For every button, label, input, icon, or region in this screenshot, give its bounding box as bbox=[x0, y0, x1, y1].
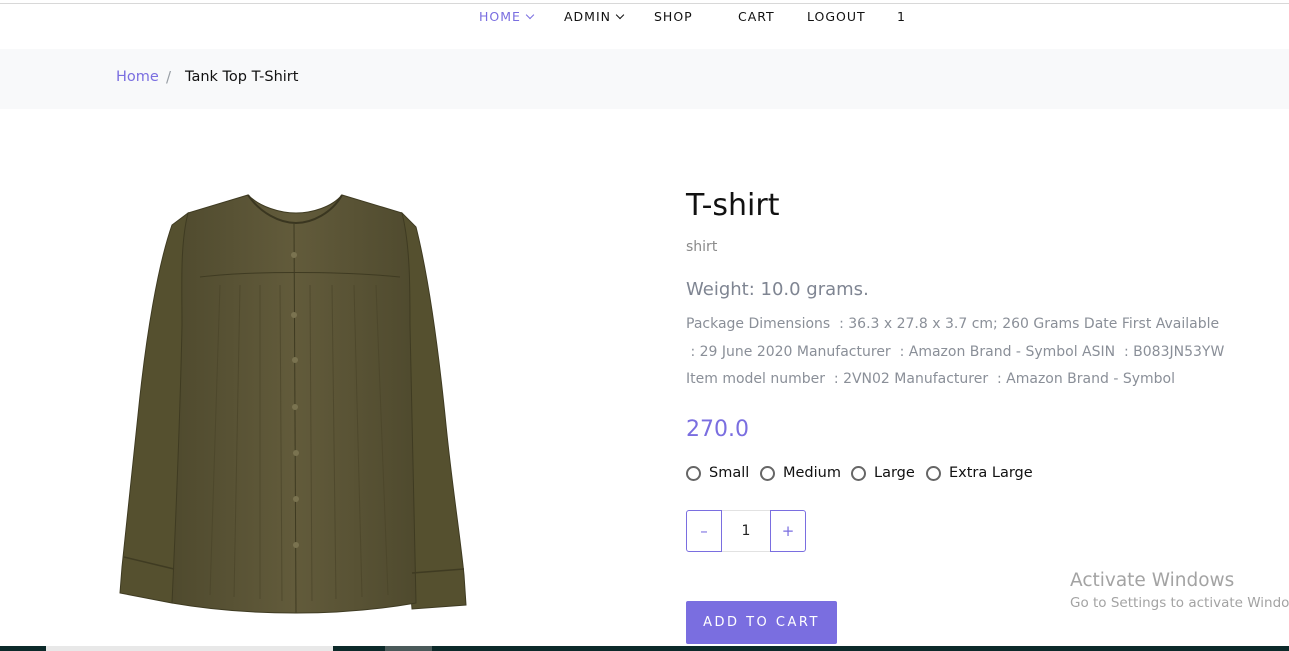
nav-cart-label: CART bbox=[738, 9, 775, 24]
top-divider bbox=[0, 3, 1289, 4]
nav-shop-label: SHOP bbox=[654, 9, 693, 24]
nav-user-count-label: 1 bbox=[897, 9, 906, 24]
quantity-stepper: – + bbox=[686, 510, 806, 552]
radio-button[interactable] bbox=[686, 465, 701, 481]
taskbar-app-button[interactable] bbox=[385, 646, 432, 651]
nav-home[interactable]: HOME bbox=[479, 9, 535, 24]
breadcrumb: Home / Tank Top T-Shirt bbox=[0, 49, 1289, 109]
size-label: Medium bbox=[783, 465, 841, 481]
product-description: Package Dimensions : 36.3 x 27.8 x 3.7 c… bbox=[686, 316, 1225, 387]
nav-cart[interactable]: CART bbox=[738, 9, 775, 24]
size-option-small[interactable]: Small bbox=[686, 465, 749, 481]
nav-user-count[interactable]: 1 bbox=[897, 9, 906, 24]
shirt-image bbox=[119, 194, 467, 614]
nav-shop[interactable]: SHOP bbox=[654, 9, 693, 24]
product-weight: Weight: 10.0 grams. bbox=[686, 279, 869, 300]
size-label: Small bbox=[709, 465, 750, 481]
radio-button[interactable] bbox=[760, 465, 775, 481]
add-to-cart-button[interactable]: ADD TO CART bbox=[686, 601, 837, 644]
breadcrumb-current: Tank Top T-Shirt bbox=[185, 69, 299, 85]
size-option-large[interactable]: Large bbox=[851, 465, 915, 481]
breadcrumb-home-link[interactable]: Home bbox=[116, 69, 159, 85]
radio-button[interactable] bbox=[851, 465, 866, 481]
quantity-increase-button[interactable]: + bbox=[770, 510, 806, 552]
size-label: Extra Large bbox=[949, 465, 1033, 481]
nav-home-label: HOME bbox=[479, 9, 521, 24]
quantity-input[interactable] bbox=[722, 510, 770, 552]
product-price: 270.0 bbox=[686, 417, 749, 442]
main-nav: HOME ADMIN SHOP CART LOGOUT 1 bbox=[0, 9, 1289, 29]
taskbar-search-box[interactable] bbox=[46, 646, 333, 651]
size-option-medium[interactable]: Medium bbox=[760, 465, 841, 481]
product-title: T-shirt bbox=[686, 188, 780, 223]
chevron-down-icon bbox=[615, 10, 625, 20]
chevron-down-icon bbox=[525, 10, 535, 20]
size-option-extra-large[interactable]: Extra Large bbox=[926, 465, 1033, 481]
activate-windows-title: Activate Windows bbox=[1070, 570, 1235, 591]
nav-logout-label: LOGOUT bbox=[807, 9, 866, 24]
size-label: Large bbox=[874, 465, 915, 481]
product-image bbox=[110, 185, 480, 615]
breadcrumb-separator: / bbox=[166, 68, 172, 86]
nav-logout[interactable]: LOGOUT bbox=[807, 9, 866, 24]
product-category: shirt bbox=[686, 239, 718, 255]
nav-admin-label: ADMIN bbox=[564, 9, 611, 24]
nav-admin[interactable]: ADMIN bbox=[564, 9, 625, 24]
activate-windows-subtitle: Go to Settings to activate Windows. bbox=[1070, 595, 1289, 611]
radio-button[interactable] bbox=[926, 465, 941, 481]
quantity-decrease-button[interactable]: – bbox=[686, 510, 722, 552]
